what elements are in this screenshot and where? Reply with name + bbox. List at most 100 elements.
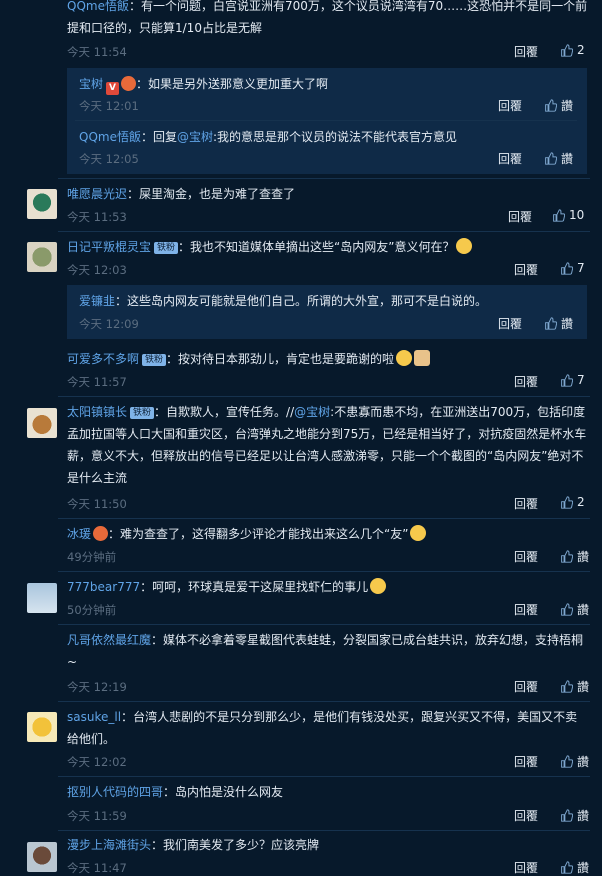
like-count: 讚 (577, 861, 590, 875)
reply-button[interactable]: 回覆 (514, 261, 538, 278)
username[interactable]: QQme悟飯 (79, 130, 141, 144)
reply-button[interactable]: 回覆 (514, 859, 538, 876)
username[interactable]: 漫步上海滩街头 (67, 838, 151, 852)
like-count: 10 (569, 208, 585, 222)
timestamp: 50分钟前 (67, 603, 117, 617)
avatar[interactable] (27, 583, 57, 613)
thumbs-up-icon (553, 208, 565, 222)
reply-button[interactable]: 回覆 (514, 601, 538, 618)
reply-button[interactable]: 回覆 (514, 495, 538, 512)
fan-badge: 铁粉 (142, 354, 167, 366)
username[interactable]: 凡哥依然最红魔 (67, 633, 151, 647)
reply-button[interactable]: 回覆 (514, 678, 538, 695)
reply-button[interactable]: 回覆 (508, 208, 532, 225)
like-button[interactable]: 7 (560, 261, 585, 275)
timestamp: 49分钟前 (67, 550, 117, 564)
like-button[interactable]: 讚 (560, 548, 589, 565)
reply-button[interactable]: 回覆 (514, 43, 538, 60)
reply-button[interactable]: 回覆 (498, 315, 522, 332)
reply-button[interactable]: 回覆 (498, 97, 522, 114)
thumbs-up-icon (545, 99, 557, 112)
divider (58, 624, 590, 625)
reply-button[interactable]: 回覆 (514, 373, 538, 390)
timestamp: 今天 12:01 (79, 99, 139, 113)
comment-text: 如果是另外送那意义更加重大了啊 (148, 77, 329, 91)
avatar[interactable] (27, 842, 57, 872)
avatar[interactable] (27, 242, 57, 272)
like-button[interactable]: 讚 (560, 678, 589, 695)
like-button[interactable]: 讚 (544, 150, 573, 167)
like-button[interactable]: 讚 (560, 807, 589, 824)
mention-link[interactable]: @宝树 (177, 130, 213, 144)
comment-text: 屎里淘金，也是为难了查查了 (139, 187, 296, 201)
like-button[interactable]: 讚 (544, 315, 573, 332)
reply-button[interactable]: 回覆 (514, 753, 538, 770)
comment-text: 有一个问题，白宫说亚洲有700万，这个议员说湾湾有70……这恐怕并不是同一个前提… (67, 0, 588, 35)
reply-prefix: 回复 (152, 130, 177, 144)
emoji-icon (414, 350, 431, 366)
like-button[interactable]: 10 (552, 208, 584, 222)
thumbs-up-icon (545, 152, 557, 165)
fan-badge: 铁粉 (154, 242, 179, 254)
username[interactable]: 冰瑗 (67, 527, 91, 541)
divider (58, 231, 590, 232)
verified-badge: V (106, 82, 120, 95)
divider (58, 830, 590, 831)
like-button[interactable]: 2 (560, 495, 585, 509)
username[interactable]: 777bear777 (67, 580, 140, 594)
username[interactable]: sasuke_ll (67, 710, 121, 724)
username[interactable]: 宝树 (79, 77, 103, 91)
thumbs-up-icon (561, 550, 573, 563)
avatar[interactable] (27, 712, 57, 742)
like-button[interactable]: 讚 (544, 97, 573, 114)
thumbs-up-icon (561, 809, 573, 822)
reply-button[interactable]: 回覆 (498, 150, 522, 167)
divider (58, 396, 590, 397)
thumbs-up-icon (561, 43, 573, 57)
avatar[interactable] (27, 408, 57, 438)
like-count: 讚 (577, 680, 590, 694)
like-count: 7 (577, 261, 585, 275)
thumbs-up-icon (561, 755, 573, 768)
like-button[interactable]: 讚 (560, 753, 589, 770)
like-button[interactable]: 7 (560, 373, 585, 387)
comment-text: 岛内怕是没什么网友 (175, 785, 284, 799)
emoji-icon (456, 238, 473, 254)
reply-button[interactable]: 回覆 (514, 807, 538, 824)
level-icon (121, 76, 137, 91)
like-count: 讚 (577, 603, 590, 617)
thumbs-up-icon (561, 603, 573, 616)
username[interactable]: 可爱多不多啊 (67, 352, 139, 366)
comment-text: 自欺欺人，宣传任务。// (166, 405, 295, 419)
reply-button[interactable]: 回覆 (514, 548, 538, 565)
thumbs-up-icon (561, 680, 573, 693)
timestamp: 今天 12:09 (79, 317, 139, 331)
username[interactable]: 太阳镇镇长 (67, 405, 127, 419)
username[interactable]: 唯愿晨光迟 (67, 187, 127, 201)
avatar[interactable] (27, 189, 57, 219)
username[interactable]: QQme悟飯 (67, 0, 129, 13)
comment-text: 按对待日本那劲儿，肯定也是要跪谢的啦 (178, 352, 395, 366)
comment-text: 我们南美发了多少？应该亮牌 (163, 838, 320, 852)
like-count: 2 (577, 495, 585, 509)
timestamp: 今天 12:19 (67, 680, 127, 694)
comment-text: :我的意思是那个议员的说法不能代表官方意见 (213, 130, 458, 144)
username[interactable]: 抠别人代码的四哥 (67, 785, 163, 799)
emoji-icon (396, 350, 413, 366)
timestamp: 今天 11:53 (67, 210, 127, 224)
level-icon (93, 526, 109, 541)
like-count: 讚 (577, 809, 590, 823)
like-button[interactable]: 讚 (560, 859, 589, 876)
username[interactable]: 爱镰韭 (79, 294, 115, 308)
username[interactable]: 日记平叛棍灵宝 (67, 240, 151, 254)
divider (58, 178, 590, 179)
thumbs-up-icon (561, 861, 573, 874)
thumbs-up-icon (561, 373, 573, 387)
comment-text: 我也不知道媒体单摘出这些“岛内网友”意义何在？ (190, 240, 455, 254)
like-button[interactable]: 讚 (560, 601, 589, 618)
timestamp: 今天 12:03 (67, 263, 127, 277)
mention-link[interactable]: @宝树 (294, 405, 330, 419)
timestamp: 今天 11:57 (67, 375, 127, 389)
like-count: 讚 (577, 550, 590, 564)
like-button[interactable]: 2 (560, 43, 585, 57)
